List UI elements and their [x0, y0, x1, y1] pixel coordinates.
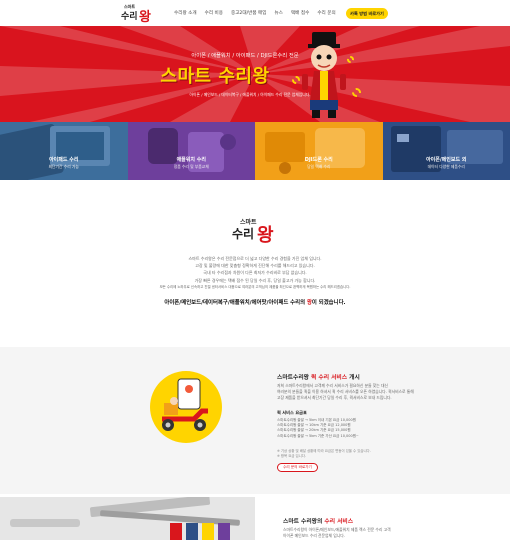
- quick-service-title-accent: 퀵 수리 서비스: [311, 375, 348, 381]
- nav-item-price[interactable]: 수리 비용: [205, 10, 223, 20]
- about-line: 고장 및 불량에 대한 맞춤형 정확하게 진단해 수리를 해드리고 있습니다.: [195, 263, 315, 269]
- about-highlight: 아이폰/메인보드/데이터복구/애플워치/에어팟/아이패드 수리의 왕이 되겠습니…: [100, 298, 410, 306]
- card-applewatch-repair[interactable]: 애플워치 수리 정품 수리 및 부품교체: [127, 122, 255, 180]
- gear-icon: [292, 76, 300, 84]
- about-highlight-prefix: 아이폰/메인보드/데이터복구/애플워치/에어팟/아이패드 수리의: [164, 300, 306, 306]
- fee-table-heading: 퀵 서비스 요금표: [277, 410, 307, 415]
- nav-item-about[interactable]: 수리왕 소개: [174, 10, 197, 20]
- service-cards: 아이패드 수리 최단기간 수리 가능 애플워치 수리 정품 수리 및 부품교체 …: [0, 122, 510, 180]
- quick-service-title-prefix: 스마트수리왕: [277, 375, 309, 381]
- about-logo-main: 수리: [232, 227, 255, 241]
- repair-inquiry-button[interactable]: 수리 문의 바로가기: [277, 463, 318, 472]
- about-logo-accent: 왕: [257, 225, 274, 246]
- fee-list: 스마트수리왕 출발 → 5km 이내 기본 요금 10,000원 스마트수리왕 …: [277, 418, 457, 439]
- fee-item: 스마트수리왕 출발 → 5km 기준 가산 요금 10,000원~: [277, 433, 359, 438]
- repair-service-title: 스마트 수리왕의 수리 서비스: [283, 516, 353, 525]
- about-line: 가장 빠른 경우에는 택배 접수 된 당일 수리 후, 당일 출고가 가능 합니…: [194, 277, 316, 283]
- main-nav: 수리왕 소개 수리 비용 중고2대/반품 매입 뉴스 택배 접수 수리 문의: [174, 10, 344, 20]
- dji-drone-parts-image: [265, 128, 365, 174]
- repair-service-info: 스마트 수리왕의 수리 서비스 스마트수리왕이 아이폰/메인보드/애플워치 제품…: [255, 497, 510, 540]
- delivery-illustration: [150, 371, 222, 443]
- repair-service-title-accent: 수리 서비스: [324, 519, 354, 525]
- card-title: DJI드론 수리: [304, 157, 333, 163]
- site-header: 스마트 수리 왕 수리왕 소개 수리 비용 중고2대/반품 매입 뉴스 택배 접…: [0, 0, 510, 26]
- card-title: 아이폰/메인보드 외: [426, 157, 467, 163]
- hero-title: 스마트 수리왕: [145, 62, 285, 87]
- hero-banner: 아이폰 / 애플워치 / 아이패드 / DJI드론수리 전문 스마트 수리왕 아…: [0, 26, 510, 122]
- tools-illustration: [0, 497, 255, 540]
- repair-tools-image: [0, 497, 255, 540]
- card-title: 아이패드 수리: [49, 157, 79, 163]
- quick-service-section: 스마트수리왕 퀵 수리 서비스 개시 저희 스마트수리왕에서 고객께 수리 서비…: [0, 347, 510, 494]
- note-item: ※ 왕복 요금 입니다.: [277, 454, 306, 459]
- fee-notes: ※ 기상 상황 및 배달 상황에 따라 요금은 변동이 있을 수 있습니다. ※…: [277, 449, 457, 459]
- ipad-parts-image: [0, 124, 110, 180]
- mainboard-parts-image: [390, 126, 503, 172]
- applewatch-parts-image: [147, 128, 236, 172]
- desc-line: 아이폰 메인보드 수리 전문업체 입니다.: [283, 533, 345, 538]
- site-logo[interactable]: 스마트 수리 왕: [120, 4, 156, 25]
- hero-subtitle: 아이폰 / 애플워치 / 아이패드 / DJI드론수리 전문: [191, 53, 299, 59]
- card-subtitle: 최단기간 수리 가능: [48, 164, 79, 169]
- about-highlight-suffix: 이 되겠습니다.: [311, 300, 346, 306]
- card-title: 애플워치 수리: [176, 157, 206, 163]
- desc-line: 고장 제품을 받으셔서 최단기간 당일 수리 후, 퀵서비스로 보내 드립니다.: [277, 395, 392, 400]
- kakao-cta-button[interactable]: 카톡 방범 바로가기: [346, 8, 388, 19]
- hero-title-text: 스마트 수리왕: [160, 66, 270, 87]
- quick-service-title-suffix: 개시: [349, 375, 360, 381]
- card-ipad-repair[interactable]: 아이패드 수리 최단기간 수리 가능: [0, 122, 128, 180]
- nav-item-buyback[interactable]: 중고2대/반품 매입: [231, 10, 267, 20]
- about-line: 스마트 수리왕은 수리 전문점으로 더 넓고 다양한 수리 경험을 가진 업체 …: [188, 256, 322, 261]
- quick-service-description: 저희 스마트수리왕에서 고객께 수리 서비스가 필요하신 분들 찾는 대신 여러…: [277, 383, 457, 401]
- repair-service-description: 스마트수리왕이 아이폰/메인보드/애플워치 제품 렉스 전문 수리 고객 아이폰…: [283, 527, 483, 539]
- repair-service-title-prefix: 스마트 수리왕의: [283, 519, 323, 525]
- mascot-king-illustration: [302, 32, 346, 118]
- card-dji-repair[interactable]: DJI드론 수리 당일 택배 수리: [255, 122, 383, 180]
- nav-item-news[interactable]: 뉴스: [274, 10, 282, 20]
- card-subtitle: 정품 수리 및 부품교체: [173, 164, 209, 169]
- about-description: 스마트 수리왕은 수리 전문점으로 더 넓고 다양한 수리 경험을 가진 업체 …: [130, 255, 380, 291]
- logo-accent-text: 왕: [139, 10, 151, 25]
- card-subtitle: 당일 택배 수리: [307, 164, 331, 169]
- card-subtitle: 데이터 다양한 제품수리: [427, 164, 465, 169]
- about-line: 모든 수리에 노하우로 신속하고 친절 센터서비스 대응으로 여러분의 고객님의…: [159, 284, 351, 289]
- nav-item-delivery[interactable]: 택배 접수: [291, 10, 309, 20]
- about-line: 국내 타 수리점과 차원이 다른 최저가 수리비로 부담 없습니다.: [203, 270, 307, 276]
- about-logo: 스마트 수리 왕: [230, 217, 280, 246]
- quick-service-title: 스마트수리왕 퀵 수리 서비스 개시: [277, 372, 360, 381]
- logo-main-text: 수리: [121, 12, 138, 22]
- nav-item-inquiry[interactable]: 수리 문의: [317, 10, 335, 20]
- scooter-delivery-icon: [162, 378, 208, 431]
- card-iphone-mainboard-repair[interactable]: 아이폰/메인보드 외 데이터 다양한 제품수리: [382, 122, 510, 180]
